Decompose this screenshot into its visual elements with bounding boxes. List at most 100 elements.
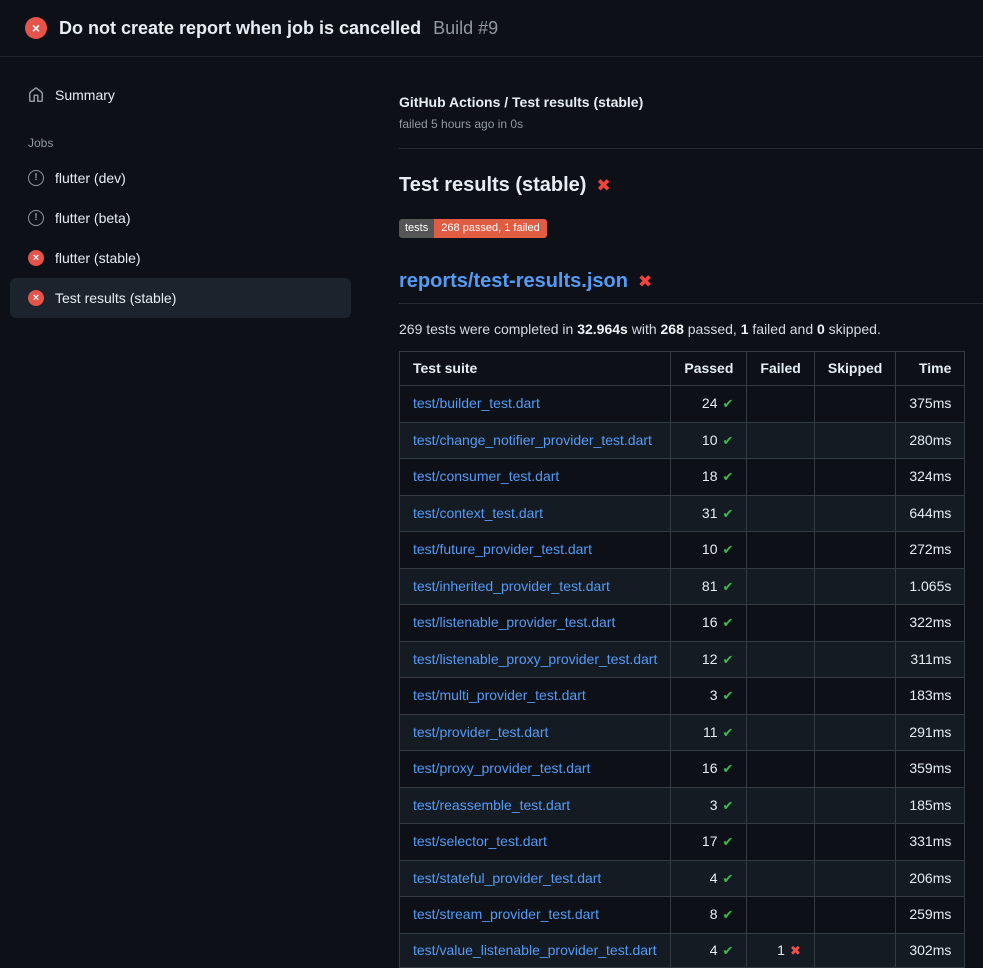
x-glyph: ×	[33, 293, 39, 304]
suite-link[interactable]: test/listenable_proxy_provider_test.dart	[413, 651, 657, 667]
passed-cell: 18✔	[671, 459, 747, 496]
table-row: test/future_provider_test.dart 10✔ ✖ 272…	[400, 532, 965, 569]
passed-count: 81	[702, 578, 718, 595]
suite-cell: test/stateful_provider_test.dart	[400, 860, 671, 897]
section-title: Test results (stable)	[399, 174, 586, 197]
summary-text: 269 tests were completed in	[399, 321, 577, 337]
suite-link[interactable]: test/context_test.dart	[413, 505, 543, 521]
table-row: test/multi_provider_test.dart 3✔ ✖ 183ms	[400, 678, 965, 715]
suite-link[interactable]: test/stream_provider_test.dart	[413, 906, 599, 922]
home-icon	[28, 87, 44, 103]
suite-link[interactable]: test/selector_test.dart	[413, 833, 547, 849]
failed-cell: ✖	[747, 495, 814, 532]
passed-cell: 81 ✔	[671, 568, 747, 605]
sidebar-job-item[interactable]: ! × flutter (stable)	[10, 238, 351, 278]
failed-cell: ✖	[747, 678, 814, 715]
skipped-cell	[814, 860, 895, 897]
job-neutral-icon: !	[28, 210, 44, 226]
passed-count: 16	[702, 614, 718, 631]
suite-link[interactable]: test/proxy_provider_test.dart	[413, 760, 590, 776]
table-header-row: Test suite Passed Failed Skipped Time	[400, 352, 965, 386]
badge-label: tests	[399, 219, 434, 238]
summary-skipped-count: 0	[817, 321, 825, 337]
time-cell: 185ms	[896, 787, 965, 824]
failed-cell: ✖	[747, 386, 814, 423]
skipped-cell	[814, 751, 895, 788]
col-header-skipped: Skipped	[814, 352, 895, 386]
check-run-content: GitHub Actions / Test results (stable) f…	[375, 57, 983, 950]
passed-cell: 4✔	[671, 860, 747, 897]
passed-count: 16	[702, 760, 718, 777]
skipped-cell	[814, 678, 895, 715]
check-icon: ✔	[723, 944, 734, 957]
sidebar-item-summary[interactable]: Summary	[0, 81, 375, 109]
suite-cell: test/value_listenable_provider_test.dart	[400, 933, 671, 967]
table-row: test/value_listenable_provider_test.dart…	[400, 933, 965, 967]
job-label: flutter (stable)	[55, 250, 141, 266]
time-cell: 359ms	[896, 751, 965, 788]
check-icon: ✔	[723, 580, 734, 593]
suite-cell: test/change_notifier_provider_test.dart	[400, 422, 671, 459]
sidebar-job-item[interactable]: ! × flutter (dev)	[10, 158, 351, 198]
time-cell: 311ms	[896, 641, 965, 678]
check-icon: ✔	[723, 762, 734, 775]
table-row: test/change_notifier_provider_test.dart …	[400, 422, 965, 459]
report-file-link[interactable]: reports/test-results.json	[399, 270, 628, 293]
section-title-row: Test results (stable) ✖	[399, 174, 965, 197]
suite-cell: test/builder_test.dart	[400, 386, 671, 423]
failed-cell: ✖	[747, 459, 814, 496]
suite-cell: test/stream_provider_test.dart	[400, 897, 671, 934]
failed-cell: ✖	[747, 422, 814, 459]
skipped-cell	[814, 933, 895, 967]
breadcrumb: GitHub Actions / Test results (stable)	[399, 94, 965, 110]
passed-cell: 24✔	[671, 386, 747, 423]
col-header-passed: Passed	[671, 352, 747, 386]
time-cell: 183ms	[896, 678, 965, 715]
job-label: flutter (beta)	[55, 210, 130, 226]
check-run-header: × Do not create report when job is cance…	[0, 0, 983, 57]
sidebar-job-item[interactable]: ! × Test results (stable)	[10, 278, 351, 318]
skipped-cell	[814, 714, 895, 751]
jobs-section-label: Jobs	[28, 136, 375, 150]
time-cell: 291ms	[896, 714, 965, 751]
time-cell: 375ms	[896, 386, 965, 423]
failed-cell: ✖	[747, 787, 814, 824]
suite-link[interactable]: test/reassemble_test.dart	[413, 797, 570, 813]
suite-cell: test/future_provider_test.dart	[400, 532, 671, 569]
time-cell: 322ms	[896, 605, 965, 642]
test-summary-line: 269 tests were completed in 32.964s with…	[399, 321, 965, 337]
suite-link[interactable]: test/provider_test.dart	[413, 724, 548, 740]
col-header-time: Time	[896, 352, 965, 386]
passed-count: 11	[703, 724, 718, 741]
passed-count: 24	[702, 395, 718, 412]
time-cell: 644ms	[896, 495, 965, 532]
exclamation-glyph: !	[34, 213, 37, 223]
suite-link[interactable]: test/builder_test.dart	[413, 395, 540, 411]
suite-link[interactable]: test/consumer_test.dart	[413, 468, 559, 484]
suite-link[interactable]: test/future_provider_test.dart	[413, 541, 592, 557]
passed-cell: 10✔	[671, 532, 747, 569]
suite-link[interactable]: test/stateful_provider_test.dart	[413, 870, 601, 886]
sidebar-job-item[interactable]: ! × flutter (beta)	[10, 198, 351, 238]
time-cell: 1.065s	[896, 568, 965, 605]
skipped-cell	[814, 897, 895, 934]
suite-link[interactable]: test/multi_provider_test.dart	[413, 687, 586, 703]
passed-count: 8	[710, 906, 718, 923]
x-icon: ✖	[790, 944, 801, 957]
time-cell: 331ms	[896, 824, 965, 861]
divider	[399, 148, 983, 149]
summary-text: passed,	[684, 321, 741, 337]
suite-cell: test/reassemble_test.dart	[400, 787, 671, 824]
failed-cell: ✖	[747, 824, 814, 861]
suite-link[interactable]: test/inherited_provider_test.dart	[413, 578, 610, 594]
jobs-list: ! × flutter (dev) ! × flutter (beta) ! ×…	[0, 158, 375, 318]
passed-count: 18	[702, 468, 718, 485]
passed-count: 12	[702, 651, 718, 668]
skipped-cell	[814, 605, 895, 642]
passed-cell: 17✔	[671, 824, 747, 861]
suite-cell: test/inherited_provider_test.dart	[400, 568, 671, 605]
suite-link[interactable]: test/listenable_provider_test.dart	[413, 614, 615, 630]
summary-duration: 32.964s	[577, 321, 628, 337]
failed-cell: ✖	[747, 860, 814, 897]
suite-link[interactable]: test/change_notifier_provider_test.dart	[413, 432, 652, 448]
